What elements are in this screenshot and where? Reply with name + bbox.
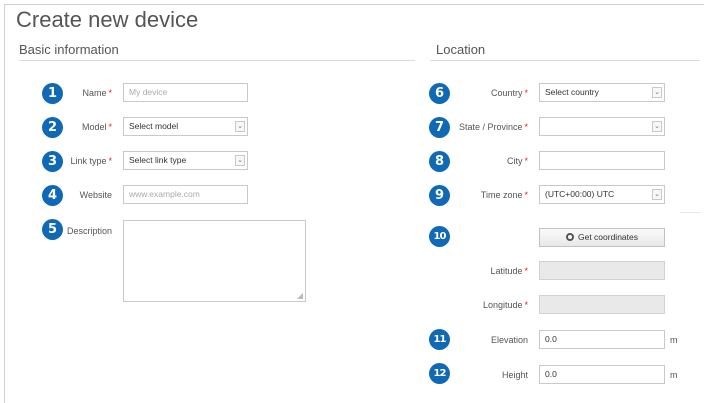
state-select[interactable]: ⌄ (539, 117, 665, 136)
model-select[interactable]: Select model ⌄ (123, 117, 248, 136)
description-textarea[interactable]: ◢ (123, 220, 306, 302)
state-label: State / Province * (458, 122, 528, 132)
step-badge-4: 4 (42, 185, 63, 206)
height-input[interactable]: 0.0 (539, 365, 665, 384)
height-label: Height (501, 370, 528, 380)
description-label: Description (66, 226, 112, 236)
longitude-input (539, 295, 665, 314)
get-coordinates-button[interactable]: Get coordinates (539, 228, 665, 247)
section-title-basic: Basic information (19, 42, 119, 57)
get-coordinates-label: Get coordinates (577, 232, 638, 242)
time-zone-select-value: (UTC+00:00) UTC (545, 189, 615, 199)
city-label: City * (506, 156, 528, 166)
section-title-location: Location (436, 42, 486, 57)
link-type-select[interactable]: Select link type ⌄ (123, 151, 248, 170)
country-label: Country * (490, 88, 528, 98)
height-unit: m (670, 370, 678, 380)
globe-icon (565, 233, 574, 241)
latitude-label: Latitude * (490, 266, 528, 276)
latitude-input (539, 261, 665, 280)
time-zone-label: Time zone * (480, 190, 528, 200)
step-badge-12: 12 (429, 363, 450, 384)
page-title: Create new device (16, 7, 199, 32)
chevron-down-icon: ⌄ (235, 155, 245, 166)
step-badge-7: 7 (429, 117, 450, 138)
elevation-input[interactable]: 0.0 (539, 330, 665, 349)
link-type-select-value: Select link type (129, 155, 187, 165)
step-badge-9: 9 (429, 185, 450, 206)
step-badge-11: 11 (429, 329, 450, 350)
section-divider-basic (19, 60, 415, 61)
website-input[interactable]: www.example.com (123, 185, 248, 204)
step-badge-8: 8 (429, 151, 450, 172)
resize-grip-icon[interactable]: ◢ (297, 291, 303, 300)
chevron-down-icon: ⌄ (652, 87, 662, 98)
longitude-label: Longitude * (482, 300, 528, 310)
website-label: Website (79, 190, 112, 200)
chevron-down-icon: ⌄ (652, 121, 662, 132)
step-badge-1: 1 (42, 83, 63, 104)
country-select[interactable]: Select country ⌄ (539, 83, 665, 102)
name-label: Name * (82, 88, 112, 98)
model-select-value: Select model (129, 121, 179, 131)
elevation-unit: m (670, 335, 678, 345)
step-badge-2: 2 (42, 117, 63, 138)
elevation-label: Elevation (490, 335, 528, 345)
step-badge-3: 3 (42, 151, 63, 172)
link-type-label: Link type * (70, 156, 112, 166)
step-badge-10: 10 (429, 226, 450, 247)
chevron-down-icon: ⌄ (652, 189, 662, 200)
model-label: Model * (81, 122, 112, 132)
time-zone-select[interactable]: (UTC+00:00) UTC ⌄ (539, 185, 665, 204)
city-input[interactable] (539, 151, 665, 170)
country-select-value: Select country (545, 87, 599, 97)
chevron-down-icon: ⌄ (235, 121, 245, 132)
divider (680, 212, 700, 213)
step-badge-5: 5 (42, 219, 63, 240)
name-input[interactable]: My device (123, 83, 248, 102)
step-badge-6: 6 (429, 83, 450, 104)
section-divider-location (430, 60, 700, 61)
